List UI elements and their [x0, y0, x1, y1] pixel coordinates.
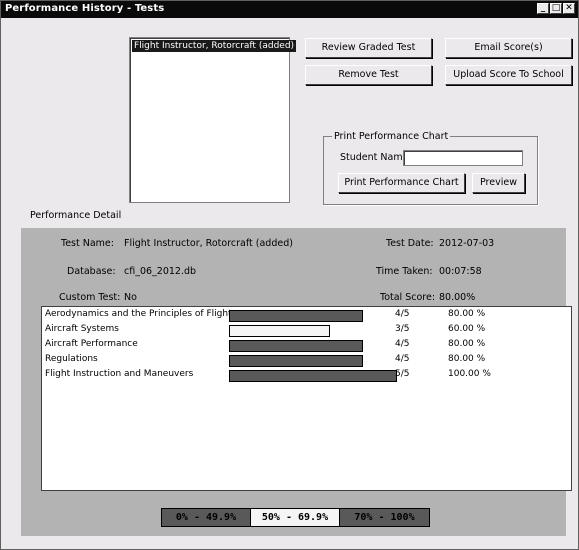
test-date-label: Test Date:: [386, 238, 434, 249]
subject-name: Regulations: [45, 354, 98, 364]
time-taken-label: Time Taken:: [376, 266, 433, 277]
score-percent: 100.00 %: [448, 369, 491, 379]
score-bar: [229, 370, 397, 382]
score-percent: 80.00 %: [448, 354, 486, 364]
score-row: Aircraft Performance 4/5 80.00 %: [42, 338, 571, 353]
database-value: cfi_06_2012.db: [124, 266, 197, 277]
total-score-value: 80.00%: [439, 292, 476, 303]
score-row: Aerodynamics and the Principles of Fligh…: [42, 308, 571, 323]
subject-name: Aircraft Performance: [45, 339, 138, 349]
custom-test-label: Custom Test:: [59, 292, 121, 303]
print-chart-group-title: Print Performance Chart: [332, 131, 451, 142]
time-taken-value: 00:07:58: [439, 266, 482, 277]
score-bar: [229, 310, 363, 322]
tests-listbox[interactable]: Flight Instructor, Rotorcraft (added): [129, 37, 297, 203]
test-name-value: Flight Instructor, Rotorcraft (added): [124, 238, 293, 249]
score-bar: [229, 340, 363, 352]
test-list-item[interactable]: Flight Instructor, Rotorcraft (added): [132, 40, 297, 52]
performance-detail-title: Performance Detail: [30, 210, 122, 221]
title-bar[interactable]: Performance History - Tests _ □ ✕: [1, 1, 578, 18]
print-performance-chart-button[interactable]: Print Performance Chart: [338, 173, 465, 193]
subject-name: Flight Instruction and Maneuvers: [45, 369, 194, 379]
custom-test-value: No: [124, 292, 137, 303]
scores-list[interactable]: Aerodynamics and the Principles of Fligh…: [41, 306, 572, 491]
performance-history-window: Performance History - Tests _ □ ✕ Flight…: [0, 0, 579, 550]
score-fraction: 4/5: [395, 309, 410, 319]
legend-mid: 50% - 69.9%: [251, 509, 340, 526]
maximize-button[interactable]: □: [550, 3, 562, 14]
score-percent: 80.00 %: [448, 309, 486, 319]
minimize-button[interactable]: _: [537, 3, 549, 14]
score-percent: 60.00 %: [448, 324, 486, 334]
preview-button[interactable]: Preview: [472, 173, 525, 193]
score-fraction: 4/5: [395, 354, 410, 364]
score-row: Aircraft Systems 3/5 60.00 %: [42, 323, 571, 338]
score-bar: [229, 355, 363, 367]
email-scores-button[interactable]: Email Score(s): [445, 38, 572, 58]
score-legend: 0% - 49.9% 50% - 69.9% 70% - 100%: [161, 508, 430, 527]
review-graded-test-button[interactable]: Review Graded Test: [305, 38, 432, 58]
test-name-label: Test Name:: [61, 238, 114, 249]
subject-name: Aircraft Systems: [45, 324, 119, 334]
score-fraction: 3/5: [395, 324, 410, 334]
database-label: Database:: [67, 266, 116, 277]
score-fraction: 5/5: [395, 369, 410, 379]
subject-name: Aerodynamics and the Principles of Fligh…: [45, 309, 232, 319]
upload-score-button[interactable]: Upload Score To School: [445, 65, 572, 85]
close-button[interactable]: ✕: [563, 3, 575, 14]
student-name-label: Student Name:: [340, 152, 412, 163]
window-title: Performance History - Tests: [5, 3, 165, 14]
legend-high: 70% - 100%: [340, 509, 429, 526]
score-percent: 80.00 %: [448, 339, 486, 349]
legend-low: 0% - 49.9%: [162, 509, 251, 526]
score-row: Regulations 4/5 80.00 %: [42, 353, 571, 368]
remove-test-button[interactable]: Remove Test: [305, 65, 432, 85]
total-score-label: Total Score:: [380, 292, 436, 303]
score-bar: [229, 325, 330, 337]
test-date-value: 2012-07-03: [439, 238, 495, 249]
score-row: Flight Instruction and Maneuvers 5/5 100…: [42, 368, 571, 383]
score-fraction: 4/5: [395, 339, 410, 349]
student-name-input[interactable]: [403, 150, 523, 166]
print-chart-group: [323, 136, 538, 205]
